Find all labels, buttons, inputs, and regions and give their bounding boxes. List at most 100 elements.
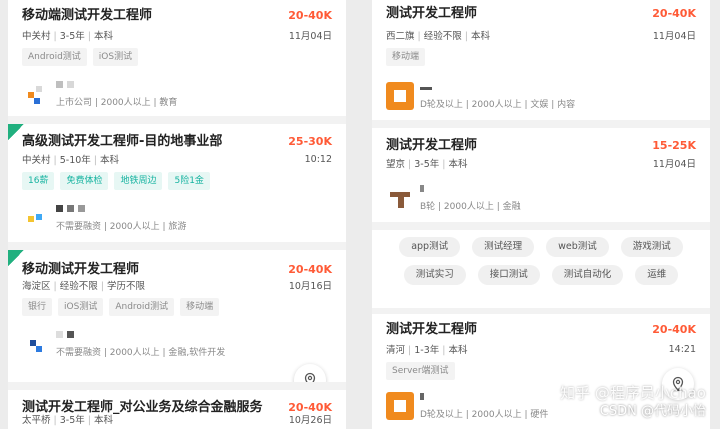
job-card[interactable]: 高级测试开发工程师-目的地事业部 25-30K 中关村 | 5-10年 | 本科 10:… bbox=[8, 124, 346, 242]
job-date: 11月04日 bbox=[652, 159, 696, 170]
job-requirements: 中关村 | 3-5年 | 本科 bbox=[22, 31, 113, 42]
company-logo bbox=[22, 330, 50, 358]
skill-chip[interactable]: 游戏测试 bbox=[620, 237, 683, 257]
skill-chip[interactable]: web测试 bbox=[546, 237, 609, 257]
company-info[interactable]: 上市公司 | 2000人以上 | 教育 bbox=[22, 76, 332, 112]
job-tag: 地铁周边 bbox=[114, 172, 163, 190]
job-title: 测试开发工程师 bbox=[386, 6, 478, 21]
job-requirements: 海淀区 | 经验不限 | 学历不限 bbox=[22, 281, 145, 292]
job-experience: 3-5年 bbox=[59, 415, 85, 426]
job-card[interactable]: 测试开发工程师 15-25K 望京 | 3-5年 | 本科 11月04日 B轮 | 20… bbox=[372, 128, 710, 222]
company-info[interactable]: D轮及以上 | 2000人以上 | 文娱 | 内容 bbox=[386, 78, 696, 114]
job-experience: 3-5年 bbox=[414, 159, 440, 170]
job-date: 14:21 bbox=[668, 343, 696, 355]
job-date: 11月04日 bbox=[652, 31, 696, 42]
company-logo bbox=[386, 184, 414, 212]
company-logo bbox=[386, 392, 414, 420]
job-location: 西二旗 bbox=[386, 31, 415, 42]
job-title: 测试开发工程师 bbox=[386, 138, 478, 153]
job-date: 10月16日 bbox=[288, 281, 332, 292]
company-name-blurred bbox=[56, 204, 186, 215]
skill-chip[interactable]: 运维 bbox=[635, 265, 679, 285]
company-desc: B轮 | 2000人以上 | 金融 bbox=[420, 201, 521, 212]
company-desc: D轮及以上 | 2000人以上 | 硬件 bbox=[420, 409, 549, 420]
company-name-blurred bbox=[420, 392, 548, 403]
job-title: 高级测试开发工程师-目的地事业部 bbox=[22, 134, 223, 149]
job-requirements: 太平桥 | 3-5年 | 本科 bbox=[22, 415, 113, 426]
left-job-list: 移动端测试开发工程师 20-40K 中关村 | 3-5年 | 本科 11月04日 And… bbox=[8, 0, 346, 429]
company-name-blurred bbox=[56, 80, 177, 91]
skill-chip[interactable]: 测试经理 bbox=[472, 237, 535, 257]
job-requirements: 西二旗 | 经验不限 | 本科 bbox=[386, 31, 490, 42]
job-salary: 20-40K bbox=[288, 9, 332, 22]
job-requirements: 望京 | 3-5年 | 本科 bbox=[386, 159, 468, 170]
job-tag: Android测试 bbox=[109, 298, 175, 316]
company-info[interactable]: 不需要融资 | 2000人以上 | 金融,软件开发 bbox=[22, 326, 332, 362]
company-desc: 不需要融资 | 2000人以上 | 旅游 bbox=[56, 221, 187, 232]
company-info[interactable]: 不需要融资 | 2000人以上 | 旅游 bbox=[22, 200, 332, 236]
job-salary: 20-40K bbox=[652, 7, 696, 20]
job-requirements: 清河 | 1-3年 | 本科 bbox=[386, 345, 468, 356]
job-tag: 移动端 bbox=[386, 48, 426, 66]
job-tags: 16薪 免费体检 地铁周边 5险1金 bbox=[22, 172, 332, 190]
job-title: 移动测试开发工程师 bbox=[22, 262, 140, 277]
job-tag: 免费体检 bbox=[60, 172, 109, 190]
job-date: 10月26日 bbox=[288, 415, 332, 426]
job-tag: iOS测试 bbox=[92, 48, 139, 66]
watermark-csdn: CSDN @代码小怡 bbox=[599, 404, 706, 419]
job-requirements: 中关村 | 5-10年 | 本科 bbox=[22, 155, 119, 166]
job-card[interactable]: 移动测试开发工程师 20-40K 海淀区 | 经验不限 | 学历不限 10月16日 银行… bbox=[8, 250, 346, 382]
job-salary: 20-40K bbox=[288, 263, 332, 276]
job-salary: 25-30K bbox=[288, 135, 332, 148]
job-education: 本科 bbox=[93, 31, 113, 42]
job-card[interactable]: 测试开发工程师_对公业务及综合金融服务 20-40K 太平桥 | 3-5年 | 本科 1… bbox=[8, 390, 346, 429]
skill-chip[interactable]: 接口测试 bbox=[477, 265, 540, 285]
job-experience: 经验不限 bbox=[423, 31, 462, 42]
job-tags: 银行 iOS测试 Android测试 移动端 bbox=[22, 298, 332, 316]
job-education: 本科 bbox=[93, 415, 113, 426]
skill-chip[interactable]: app测试 bbox=[399, 237, 461, 257]
new-badge-icon bbox=[8, 124, 24, 140]
job-education: 学历不限 bbox=[106, 281, 145, 292]
company-logo bbox=[22, 80, 50, 108]
job-card[interactable]: 测试开发工程师 20-40K 西二旗 | 经验不限 | 本科 11月04日 移动端 D轮… bbox=[372, 0, 710, 120]
job-date: 10:12 bbox=[304, 153, 332, 165]
company-name-blurred bbox=[56, 330, 225, 341]
job-experience: 3-5年 bbox=[59, 31, 85, 42]
map-button[interactable] bbox=[294, 364, 326, 382]
job-title: 移动端测试开发工程师 bbox=[22, 8, 153, 23]
skill-chip[interactable]: 测试自动化 bbox=[551, 265, 624, 285]
job-tag: Android测试 bbox=[22, 48, 87, 66]
company-logo bbox=[386, 82, 414, 110]
job-tag: 5险1金 bbox=[168, 172, 210, 190]
job-tags: Android测试 iOS测试 bbox=[22, 48, 332, 66]
job-tag: 银行 bbox=[22, 298, 53, 316]
company-name-blurred bbox=[420, 184, 521, 195]
company-logo bbox=[22, 204, 50, 232]
job-location: 海淀区 bbox=[22, 281, 51, 292]
company-desc: D轮及以上 | 2000人以上 | 文娱 | 内容 bbox=[420, 99, 576, 110]
job-location: 中关村 bbox=[22, 155, 51, 166]
job-tag: iOS测试 bbox=[58, 298, 104, 316]
job-location: 清河 bbox=[386, 345, 406, 356]
job-location: 太平桥 bbox=[22, 415, 51, 426]
company-info[interactable]: B轮 | 2000人以上 | 金融 bbox=[386, 180, 696, 216]
job-salary: 15-25K bbox=[652, 139, 696, 152]
map-pin-icon bbox=[304, 372, 316, 382]
job-salary: 20-40K bbox=[652, 323, 696, 336]
job-tags: 移动端 bbox=[386, 48, 696, 66]
job-education: 本科 bbox=[99, 155, 119, 166]
skill-chip[interactable]: 测试实习 bbox=[403, 265, 466, 285]
job-education: 本科 bbox=[448, 345, 468, 356]
job-date: 11月04日 bbox=[288, 31, 332, 42]
job-location: 中关村 bbox=[22, 31, 51, 42]
job-tag: 16薪 bbox=[22, 172, 55, 190]
skill-filter-grid: app测试 测试经理 web测试 游戏测试 测试实习 接口测试 测试自动化 运维 bbox=[372, 230, 710, 308]
job-tag: 移动端 bbox=[180, 298, 220, 316]
job-tag: Server端测试 bbox=[386, 362, 455, 380]
company-desc: 不需要融资 | 2000人以上 | 金融,软件开发 bbox=[56, 347, 226, 358]
job-card[interactable]: 移动端测试开发工程师 20-40K 中关村 | 3-5年 | 本科 11月04日 And… bbox=[8, 0, 346, 116]
job-title: 测试开发工程师 bbox=[386, 322, 478, 337]
job-location: 望京 bbox=[386, 159, 406, 170]
right-job-list: 测试开发工程师 20-40K 西二旗 | 经验不限 | 本科 11月04日 移动端 D轮… bbox=[372, 0, 710, 429]
